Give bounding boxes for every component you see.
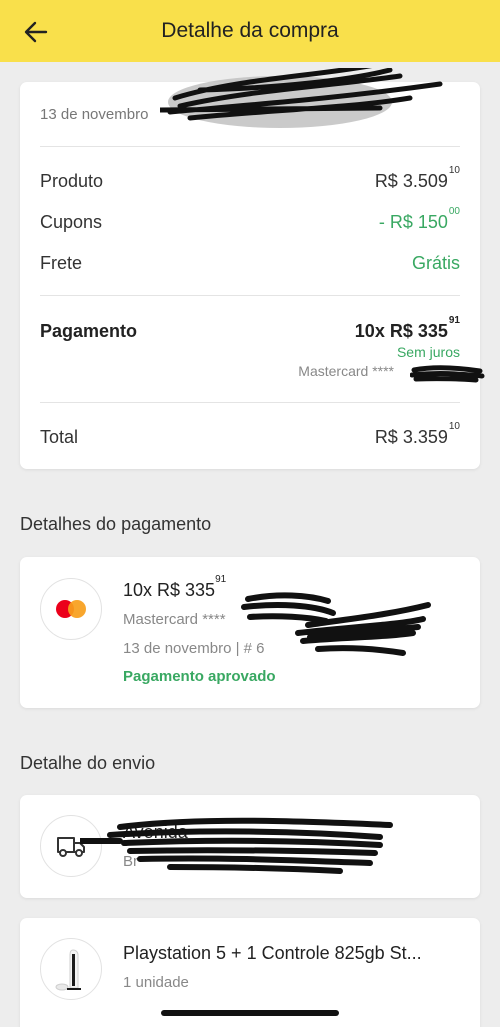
ps5-console-icon — [55, 949, 81, 991]
home-indicator — [161, 1010, 339, 1016]
payment-status: Pagamento aprovado — [123, 668, 276, 685]
total-label: Total — [40, 427, 79, 447]
divider — [40, 295, 460, 296]
divider — [40, 146, 460, 147]
mastercard-icon-wrapper — [40, 578, 102, 640]
total-value: R$ 3.35910 — [374, 421, 460, 447]
shipping-address: Avenida — [123, 822, 188, 842]
truck-icon-wrapper — [40, 815, 102, 877]
page-title: Detalhe da compra — [161, 19, 339, 42]
payment-details-title: Detalhes do pagamento — [20, 514, 212, 534]
coupons-label: Cupons — [40, 212, 103, 232]
shipping-value: Grátis — [411, 253, 460, 273]
item-quantity: 1 unidade — [123, 974, 189, 991]
shipping-details-title: Detalhe do envio — [20, 753, 156, 773]
payment-installments: 10x R$ 33591 — [123, 574, 227, 600]
item-title: Playstation 5 + 1 Controle 825gb St... — [123, 943, 422, 963]
purchase-date: 13 de novembro — [40, 106, 149, 123]
mastercard-icon — [56, 600, 86, 618]
interest-note: Sem juros — [396, 344, 460, 360]
top-bar: Detalhe da compra — [0, 0, 500, 62]
payment-installments: 10x R$ 33591 — [354, 315, 460, 341]
product-label: Produto — [40, 171, 104, 191]
redaction-scribble — [160, 68, 443, 128]
redaction-scribble — [410, 365, 485, 383]
shipping-details-card[interactable]: Avenida Br — [20, 795, 480, 898]
shipping-address-detail: Br — [123, 853, 138, 870]
shipping-label: Frete — [40, 253, 83, 273]
product-value: R$ 3.50910 — [374, 165, 460, 191]
truck-icon — [57, 837, 85, 857]
redaction-scribble — [241, 592, 431, 656]
coupons-value: - R$ 15000 — [378, 206, 460, 232]
payment-date-order: 13 de novembro | # 6 — [123, 640, 265, 657]
payment-details-card[interactable]: 10x R$ 33591 Mastercard **** 13 de novem… — [20, 557, 480, 708]
divider — [40, 402, 460, 403]
payment-label: Pagamento — [40, 321, 138, 341]
payment-card-info: Mastercard **** — [298, 363, 394, 379]
product-thumbnail — [40, 938, 102, 1000]
payment-card: Mastercard **** — [123, 611, 226, 628]
purchase-summary-card: 13 de novembro Produto R$ 3.50910 Cupons… — [20, 68, 485, 469]
